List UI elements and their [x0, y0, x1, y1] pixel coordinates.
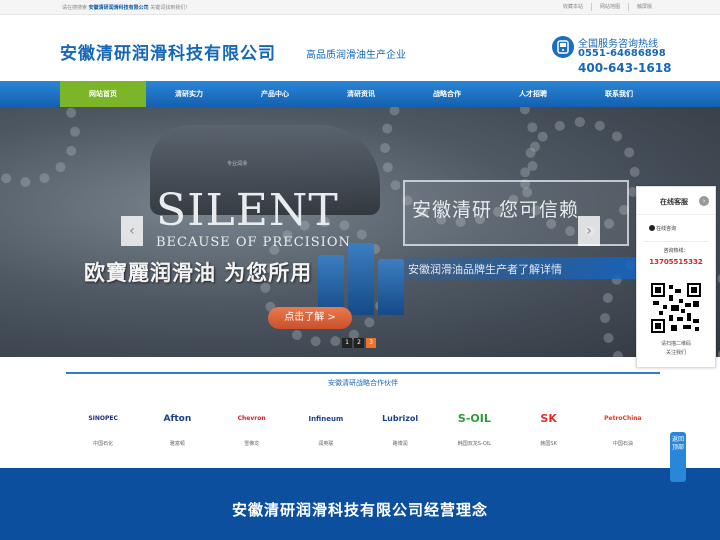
partner-item[interactable]: Infineum 润英联 [289, 408, 363, 447]
banner-headline-en: SILENT [156, 185, 339, 236]
learn-more-button[interactable]: 点击了解 > [268, 307, 352, 329]
qq-icon [649, 225, 655, 231]
main-nav: 网站首页 清研实力 产品中心 清研资讯 战略合作 人才招聘 联系我们 [0, 81, 720, 107]
service-hotline-label: 咨询热线： [663, 248, 689, 254]
sk-logo: SK [540, 412, 557, 425]
nav-products[interactable]: 产品中心 [232, 81, 318, 107]
slogan: 高品质润滑油生产企业 [306, 50, 406, 61]
partner-name: 中国石化 [93, 441, 114, 447]
nav-news[interactable]: 清研资讯 [318, 81, 404, 107]
hotline-number-1: 0551-64686898 [578, 48, 666, 59]
banner-brand-bar[interactable]: 安徽润滑油品牌生产者了解详情 [404, 257, 636, 279]
chevron-left-icon[interactable]: ‹ [121, 216, 143, 246]
gear-graphic [0, 107, 80, 187]
welcome-suffix: 关键词找到我们！ [150, 5, 191, 11]
banner-brand-text: 安徽润滑油品牌生产者了解详情 [408, 263, 562, 276]
header: 安徽清研润滑科技有限公司 高品质润滑油生产企业 全国服务咨询热线 0551-64… [0, 15, 720, 81]
qq-label: 在线咨询 [656, 226, 677, 232]
qr-caption-line-2: 关注我们 [665, 350, 686, 356]
top-links: 收藏本站 网站地图 触屏版 [555, 3, 660, 11]
online-service-panel: 在线客服 › 在线咨询 咨询热线： 13705515332 请扫描二维码 关注我… [636, 186, 716, 368]
nav-contact[interactable]: 联系我们 [576, 81, 662, 107]
partner-item[interactable]: S-OIL 韩国双龙S-OIL [437, 408, 511, 447]
hero-banner[interactable]: 专业润滑 SILENT BECAUSE OF PRECISION 欧寶麗润滑油 … [0, 107, 720, 357]
chevron-right-icon[interactable]: › [578, 216, 600, 246]
back-to-top-button[interactable]: 返回顶部 [670, 432, 686, 482]
bookmark-link[interactable]: 收藏本站 [555, 3, 591, 11]
lubrizol-logo: Lubrizol [382, 414, 419, 423]
slider-pagination: 1 2 3 [342, 338, 378, 348]
philosophy-band: 安徽清研润滑科技有限公司经营理念 [0, 468, 720, 540]
partner-item[interactable]: Lubrizol 路博润 [363, 408, 437, 447]
company-logo[interactable]: 安徽清研润滑科技有限公司 [60, 39, 276, 64]
partners-section: 安徽清研战略合作伙伴 SINOPEC 中国石化 Afton 雅富顿 Chevro… [66, 372, 660, 462]
petrochina-logo: PetroChina [604, 415, 642, 422]
sitemap-link[interactable]: 网站地图 [590, 3, 628, 11]
partners-list: SINOPEC 中国石化 Afton 雅富顿 Chevron 雪佛龙 Infin… [66, 408, 660, 447]
partner-name: 韩国SK [540, 441, 557, 447]
nav-strength[interactable]: 清研实力 [146, 81, 232, 107]
welcome-company[interactable]: 安徽清研润滑科技有限公司 [89, 5, 149, 11]
partner-item[interactable]: PetroChina 中国石油 [586, 408, 660, 447]
car-tag: 专业润滑 [227, 161, 248, 167]
banner-headline-cn: 欧寶麗润滑油 为您所用 [84, 261, 313, 285]
mobile-link[interactable]: 触屏版 [627, 3, 660, 11]
sinopec-logo: SINOPEC [88, 415, 118, 422]
partner-name: 润英联 [318, 441, 334, 447]
slide-dot-2[interactable]: 2 [354, 338, 364, 348]
partner-item[interactable]: SINOPEC 中国石化 [66, 408, 140, 447]
partners-title: 安徽清研战略合作伙伴 [328, 379, 398, 387]
nav-home[interactable]: 网站首页 [60, 81, 146, 107]
page: 请在搜搜索 安徽清研润滑科技有限公司 关键词找到我们！ 收藏本站 网站地图 触屏… [0, 0, 720, 540]
close-icon[interactable]: › [699, 196, 709, 206]
partner-name: 韩国双龙S-OIL [457, 441, 492, 447]
service-header: 在线客服 › [637, 187, 715, 215]
partner-item[interactable]: Afton 雅富顿 [140, 408, 214, 447]
top-strip: 请在搜搜索 安徽清研润滑科技有限公司 关键词找到我们！ 收藏本站 网站地图 触屏… [0, 0, 720, 15]
s-oil-logo: S-OIL [457, 412, 491, 425]
partner-name: 雅富顿 [169, 441, 185, 447]
qq-consult-link[interactable]: 在线咨询 [649, 225, 676, 232]
divider [643, 241, 709, 242]
partner-name: 路博润 [392, 441, 408, 447]
oil-bottles-image [318, 235, 404, 315]
slide-dot-1[interactable]: 1 [342, 338, 352, 348]
banner-trust-text: 安徽清研 您可信赖 [412, 199, 580, 221]
nav-cooperation[interactable]: 战略合作 [404, 81, 490, 107]
partner-name: 中国石油 [612, 441, 633, 447]
qr-code-icon [651, 283, 701, 333]
nav-careers[interactable]: 人才招聘 [490, 81, 576, 107]
hotline-number-2: 400-643-1618 [578, 61, 672, 75]
chevron-logo: Chevron [237, 415, 266, 422]
service-title: 在线客服 [660, 198, 688, 206]
slide-dot-3[interactable]: 3 [366, 338, 376, 348]
partner-name: 雪佛龙 [244, 441, 260, 447]
qr-caption: 请扫描二维码 关注我们 [637, 340, 715, 358]
phone-icon [552, 36, 574, 58]
welcome-text: 请在搜搜索 安徽清研润滑科技有限公司 关键词找到我们！ [62, 4, 190, 11]
qr-caption-line-1: 请扫描二维码 [660, 341, 691, 347]
partner-item[interactable]: Chevron 雪佛龙 [215, 408, 289, 447]
partner-item[interactable]: SK 韩国SK [512, 408, 586, 447]
philosophy-heading: 安徽清研润滑科技有限公司经营理念 [231, 501, 488, 519]
afton-logo: Afton [163, 414, 192, 424]
infineum-logo: Infineum [308, 415, 344, 423]
welcome-prefix: 请在搜搜索 [62, 5, 88, 11]
service-hotline-number: 13705515332 [649, 258, 703, 266]
